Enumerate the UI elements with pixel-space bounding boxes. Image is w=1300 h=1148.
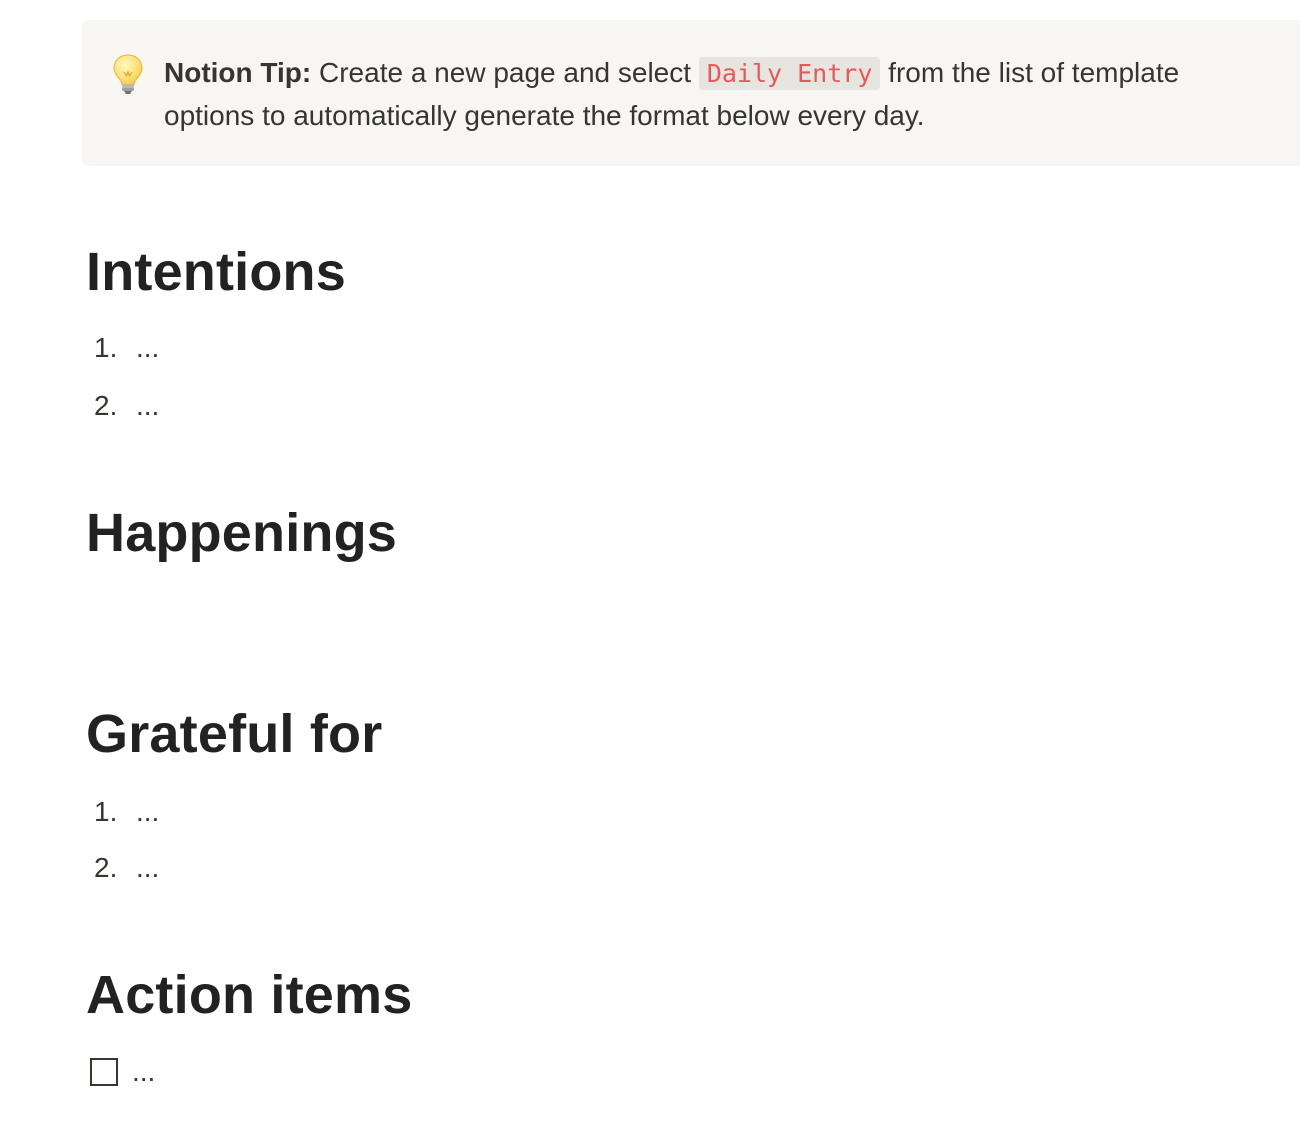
heading-action-items[interactable]: Action items [86,963,412,1027]
list-item-text[interactable]: ... [136,850,159,886]
todo-item[interactable]: ... [90,1054,155,1090]
list-number: 2. [94,390,118,421]
list-number: 2. [94,852,118,883]
list-item-text[interactable]: ... [136,330,159,366]
inline-code-daily-entry: Daily Entry [698,57,881,90]
todo-checkbox[interactable] [90,1058,118,1086]
heading-grateful-for[interactable]: Grateful for [86,702,382,766]
list-item[interactable]: 1. ... [94,794,159,830]
callout-text-before: Create a new page and select [311,57,699,88]
lightbulb-icon [110,52,146,96]
heading-happenings[interactable]: Happenings [86,501,397,565]
callout-text: Notion Tip: Create a new page and select… [164,52,1274,137]
list-number: 1. [94,332,118,363]
list-item[interactable]: 2. ... [94,850,159,886]
list-item-text[interactable]: ... [136,794,159,830]
list-item-text[interactable]: ... [136,388,159,424]
list-item[interactable]: 1. ... [94,330,159,366]
notion-tip-callout[interactable]: Notion Tip: Create a new page and select… [82,20,1300,166]
page: Notion Tip: Create a new page and select… [0,0,1300,1148]
callout-bold-prefix: Notion Tip: [164,57,312,88]
heading-intentions[interactable]: Intentions [86,240,346,304]
list-number: 1. [94,796,118,827]
list-item[interactable]: 2. ... [94,388,159,424]
todo-text[interactable]: ... [132,1054,155,1090]
